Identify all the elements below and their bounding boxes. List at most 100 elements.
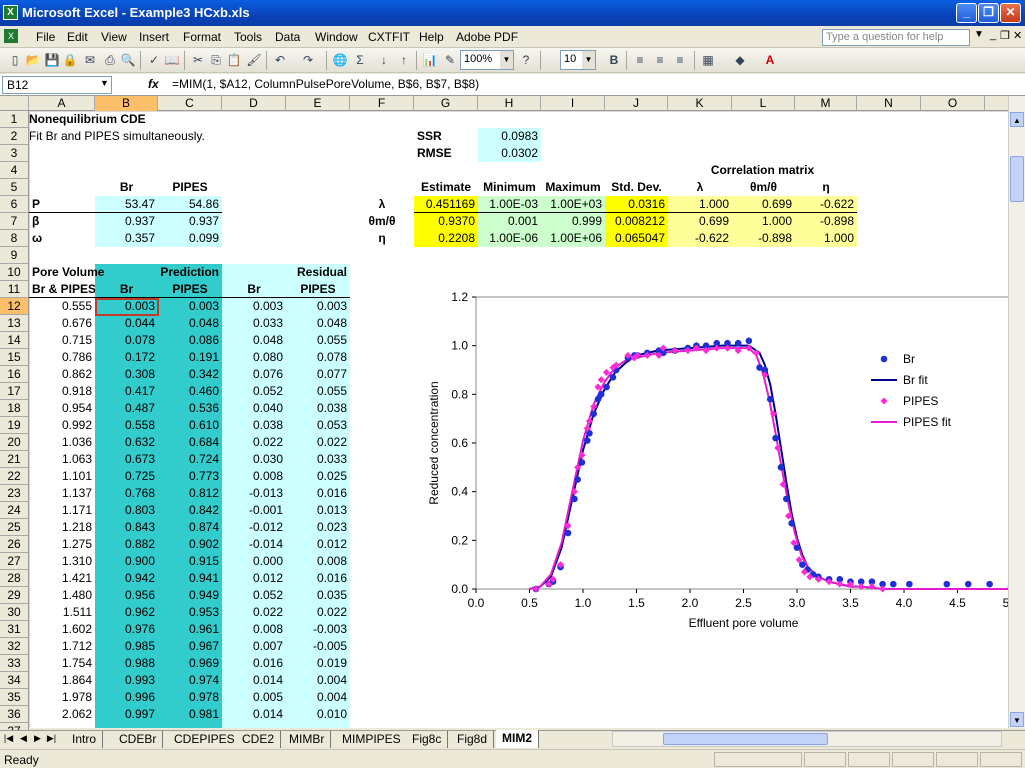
- row-header-17[interactable]: 17: [0, 383, 29, 400]
- column-header-n[interactable]: N: [857, 96, 921, 111]
- row-header-7[interactable]: 7: [0, 213, 29, 230]
- hyperlink-icon[interactable]: 🌐: [332, 52, 348, 68]
- sheet-tab-mim2[interactable]: MIM2: [496, 730, 539, 748]
- scroll-down-icon[interactable]: ▼: [1010, 712, 1024, 727]
- column-header-e[interactable]: E: [286, 96, 350, 111]
- sort-ascending-icon[interactable]: ↓: [376, 52, 392, 68]
- workbook-minimize-icon[interactable]: _: [990, 29, 996, 41]
- column-header-g[interactable]: G: [414, 96, 478, 111]
- copy-icon[interactable]: ⎘: [208, 52, 224, 68]
- row-header-23[interactable]: 23: [0, 485, 29, 502]
- row-header-29[interactable]: 29: [0, 587, 29, 604]
- menu-data[interactable]: Data: [275, 30, 300, 44]
- menu-adobe-pdf[interactable]: Adobe PDF: [456, 30, 518, 44]
- borders-icon[interactable]: ▦: [700, 52, 716, 68]
- email-icon[interactable]: ✉: [82, 52, 98, 68]
- align-center-icon[interactable]: ≡: [652, 52, 668, 68]
- row-header-33[interactable]: 33: [0, 655, 29, 672]
- drawing-icon[interactable]: ✎: [442, 52, 458, 68]
- paste-icon[interactable]: 📋: [226, 52, 242, 68]
- worksheet-grid[interactable]: Nonequilibrium CDE Fit Br and PIPES simul…: [29, 111, 1008, 728]
- save-icon[interactable]: 💾: [44, 52, 60, 68]
- insert-function-icon[interactable]: fx: [148, 77, 159, 91]
- column-header-j[interactable]: J: [605, 96, 668, 111]
- align-right-icon[interactable]: ≡: [672, 52, 688, 68]
- scroll-up-icon[interactable]: ▲: [1010, 112, 1024, 127]
- chart-wizard-icon[interactable]: 📊: [422, 52, 438, 68]
- row-header-12[interactable]: 12: [0, 298, 29, 315]
- breakthrough-chart[interactable]: 0.00.51.01.52.02.53.03.54.04.55.00.00.20…: [416, 289, 1008, 649]
- open-icon[interactable]: 📂: [25, 52, 41, 68]
- fill-color-icon[interactable]: ◆: [732, 52, 748, 68]
- row-header-14[interactable]: 14: [0, 332, 29, 349]
- row-header-32[interactable]: 32: [0, 638, 29, 655]
- row-header-8[interactable]: 8: [0, 230, 29, 247]
- row-header-20[interactable]: 20: [0, 434, 29, 451]
- row-header-35[interactable]: 35: [0, 689, 29, 706]
- column-header-h[interactable]: H: [478, 96, 541, 111]
- row-header-2[interactable]: 2: [0, 128, 29, 145]
- row-header-9[interactable]: 9: [0, 247, 29, 264]
- bold-icon[interactable]: B: [606, 52, 622, 68]
- row-header-26[interactable]: 26: [0, 536, 29, 553]
- help-icon[interactable]: ?: [518, 52, 534, 68]
- align-left-icon[interactable]: ≡: [632, 52, 648, 68]
- permission-icon[interactable]: 🔒: [62, 52, 78, 68]
- help-search-input[interactable]: Type a question for help: [822, 29, 970, 46]
- menu-tools[interactable]: Tools: [234, 30, 262, 44]
- restore-button[interactable]: ❐: [978, 3, 999, 23]
- menu-edit[interactable]: Edit: [67, 30, 88, 44]
- row-header-4[interactable]: 4: [0, 162, 29, 179]
- help-dropdown-icon[interactable]: ▼: [974, 29, 984, 40]
- sheet-tab-fig8d[interactable]: Fig8d: [451, 731, 495, 748]
- column-header-b[interactable]: B: [95, 96, 158, 111]
- column-header-l[interactable]: L: [732, 96, 795, 111]
- research-icon[interactable]: 📖: [164, 52, 180, 68]
- horizontal-scroll-thumb[interactable]: [663, 733, 828, 745]
- spelling-icon[interactable]: ✓: [146, 52, 162, 68]
- menu-help[interactable]: Help: [419, 30, 444, 44]
- name-box-dropdown-icon[interactable]: ▼: [100, 78, 109, 88]
- row-header-21[interactable]: 21: [0, 451, 29, 468]
- format-painter-icon[interactable]: 🖌: [246, 52, 262, 68]
- row-header-6[interactable]: 6: [0, 196, 29, 213]
- column-header-k[interactable]: K: [668, 96, 732, 111]
- active-cell[interactable]: [95, 298, 159, 316]
- row-header-1[interactable]: 1: [0, 111, 29, 128]
- new-icon[interactable]: ▯: [7, 52, 23, 68]
- menu-window[interactable]: Window: [315, 30, 358, 44]
- row-header-16[interactable]: 16: [0, 366, 29, 383]
- menu-insert[interactable]: Insert: [139, 30, 169, 44]
- row-header-22[interactable]: 22: [0, 468, 29, 485]
- menu-view[interactable]: View: [101, 30, 127, 44]
- tab-last-icon[interactable]: ▶|: [46, 733, 57, 744]
- close-button[interactable]: ✕: [1000, 3, 1021, 23]
- sheet-tab-intro[interactable]: Intro: [66, 731, 104, 748]
- font-size-select[interactable]: 10 ▼: [560, 50, 596, 70]
- row-header-25[interactable]: 25: [0, 519, 29, 536]
- font-size-dropdown-icon[interactable]: ▼: [582, 51, 595, 69]
- sheet-tab-cdebr[interactable]: CDEBr: [113, 731, 164, 748]
- zoom-dropdown-icon[interactable]: ▼: [500, 51, 513, 69]
- row-header-28[interactable]: 28: [0, 570, 29, 587]
- menu-file[interactable]: File: [36, 30, 55, 44]
- row-header-24[interactable]: 24: [0, 502, 29, 519]
- sheet-tab-cdepipes[interactable]: CDEPIPES: [168, 731, 242, 748]
- column-header-i[interactable]: I: [541, 96, 605, 111]
- row-header-19[interactable]: 19: [0, 417, 29, 434]
- undo-icon[interactable]: ↶: [272, 52, 288, 68]
- tab-next-icon[interactable]: ▶: [32, 733, 43, 744]
- column-header-c[interactable]: C: [158, 96, 222, 111]
- vertical-scrollbar[interactable]: ▲ ▼: [1008, 96, 1025, 728]
- menu-format[interactable]: Format: [183, 30, 221, 44]
- minimize-button[interactable]: _: [956, 3, 977, 23]
- row-header-30[interactable]: 30: [0, 604, 29, 621]
- row-header-10[interactable]: 10: [0, 264, 29, 281]
- sheet-tab-mimpipes[interactable]: MIMPIPES: [336, 731, 408, 748]
- print-preview-icon[interactable]: 🔍: [120, 52, 136, 68]
- row-header-15[interactable]: 15: [0, 349, 29, 366]
- row-header-18[interactable]: 18: [0, 400, 29, 417]
- column-header-m[interactable]: M: [795, 96, 857, 111]
- column-header-o[interactable]: O: [921, 96, 985, 111]
- row-header-34[interactable]: 34: [0, 672, 29, 689]
